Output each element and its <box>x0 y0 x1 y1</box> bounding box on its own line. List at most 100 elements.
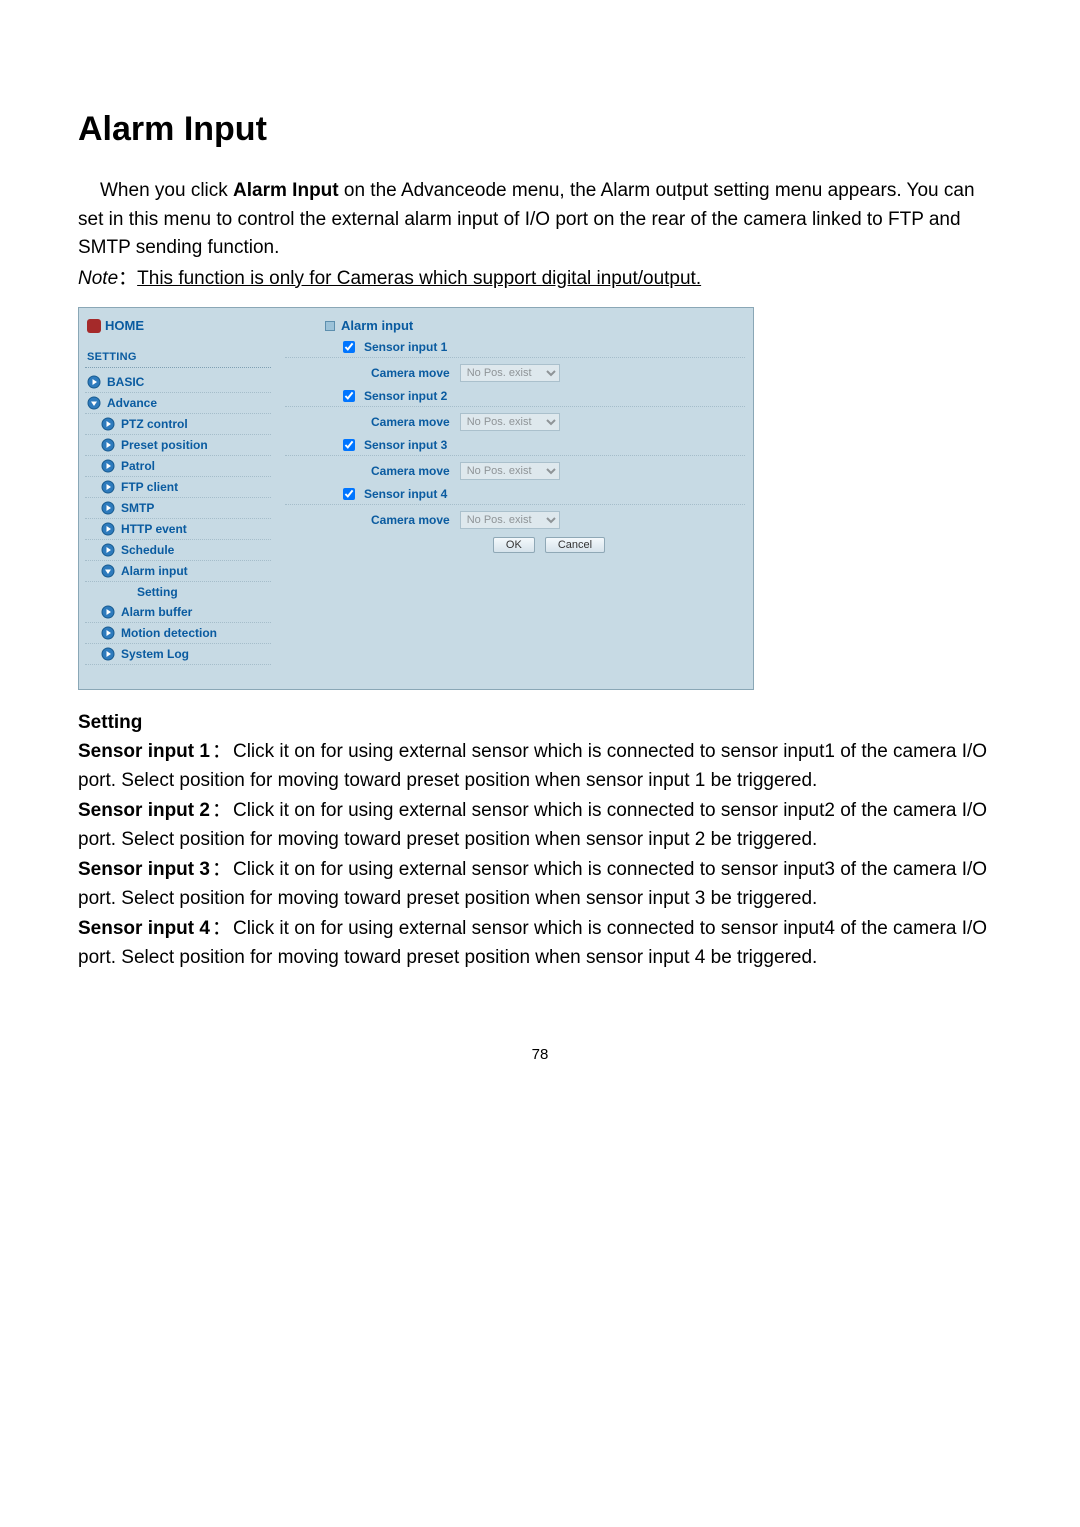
sensor-input-2-checkbox[interactable] <box>343 390 355 402</box>
camera-move-3-label: Camera move <box>371 464 450 478</box>
sensor-input-1-label: Sensor input 1 <box>364 340 447 354</box>
desc-sensor-input-4: Sensor input 4：Click it on for using ext… <box>78 915 1002 972</box>
camera-move-1-select[interactable]: No Pos. exist <box>460 364 560 382</box>
desc-sensor-input-4-colon: ： <box>210 918 233 939</box>
sidebar-item-ptz-control[interactable]: PTZ control <box>85 414 271 435</box>
desc-sensor-input-3-colon: ： <box>210 859 233 880</box>
sensor-input-4-row: Sensor input 4 <box>285 484 745 505</box>
camera-move-2-label: Camera move <box>371 415 450 429</box>
camera-move-1-label: Camera move <box>371 366 450 380</box>
page-title: Alarm Input <box>78 110 1002 149</box>
sidebar-item-schedule[interactable]: Schedule <box>85 540 271 561</box>
desc-sensor-input-1: Sensor input 1：Click it on for using ext… <box>78 738 1002 795</box>
desc-sensor-input-3: Sensor input 3：Click it on for using ext… <box>78 856 1002 913</box>
play-icon <box>87 375 101 389</box>
camera-move-2-row: Camera move No Pos. exist <box>285 407 745 435</box>
sensor-input-2-row: Sensor input 2 <box>285 386 745 407</box>
sidebar-item-label: Alarm input <box>121 564 188 578</box>
play-icon <box>101 522 115 536</box>
sidebar-item-http-event[interactable]: HTTP event <box>85 519 271 540</box>
sensor-input-3-row: Sensor input 3 <box>285 435 745 456</box>
sidebar-item-label: Setting <box>137 585 178 599</box>
sidebar-item-ftp-client[interactable]: FTP client <box>85 477 271 498</box>
sidebar-section-setting: SETTING <box>85 349 271 368</box>
alarm-input-screenshot: HOME SETTING BASIC Advance PTZ control Pres… <box>78 307 754 690</box>
home-icon <box>87 319 101 333</box>
home-label: HOME <box>105 318 144 333</box>
desc-sensor-input-2-colon: ： <box>210 800 233 821</box>
sensor-input-3-label: Sensor input 3 <box>364 438 447 452</box>
sidebar-item-basic[interactable]: BASIC <box>85 372 271 393</box>
page-number: 78 <box>78 974 1002 1093</box>
play-icon <box>101 605 115 619</box>
desc-sensor-input-1-colon: ： <box>210 741 233 762</box>
play-icon <box>101 626 115 640</box>
sensor-input-4-checkbox[interactable] <box>343 488 355 500</box>
sidebar: HOME SETTING BASIC Advance PTZ control Pres… <box>79 308 277 689</box>
panel-title-label: Alarm input <box>341 318 413 333</box>
setting-heading: Setting <box>78 712 1002 734</box>
sidebar-item-advance[interactable]: Advance <box>85 393 271 414</box>
intro-bold: Alarm Input <box>233 180 339 201</box>
sidebar-item-alarm-buffer[interactable]: Alarm buffer <box>85 602 271 623</box>
sensor-input-1-checkbox[interactable] <box>343 341 355 353</box>
sidebar-item-label: Advance <box>107 396 157 410</box>
home-link[interactable]: HOME <box>85 316 271 343</box>
sidebar-item-label: SMTP <box>121 501 154 515</box>
panel-bullet-icon <box>325 321 335 331</box>
note-label: Note <box>78 268 118 289</box>
desc-sensor-input-1-name: Sensor input 1 <box>78 741 210 762</box>
camera-move-3-select[interactable]: No Pos. exist <box>460 462 560 480</box>
sidebar-item-label: Alarm buffer <box>121 605 192 619</box>
sidebar-item-smtp[interactable]: SMTP <box>85 498 271 519</box>
chevron-down-icon <box>87 396 101 410</box>
sidebar-item-label: BASIC <box>107 375 144 389</box>
sidebar-item-label: Motion detection <box>121 626 217 640</box>
sidebar-item-label: System Log <box>121 647 189 661</box>
sidebar-item-label: Preset position <box>121 438 208 452</box>
camera-move-4-label: Camera move <box>371 513 450 527</box>
sensor-input-1-row: Sensor input 1 <box>285 337 745 358</box>
sidebar-item-alarm-input[interactable]: Alarm input <box>85 561 271 582</box>
cancel-button[interactable]: Cancel <box>545 537 605 553</box>
sidebar-item-label: HTTP event <box>121 522 187 536</box>
sidebar-item-label: Patrol <box>121 459 155 473</box>
camera-move-4-select[interactable]: No Pos. exist <box>460 511 560 529</box>
camera-move-2-select[interactable]: No Pos. exist <box>460 413 560 431</box>
sensor-input-3-checkbox[interactable] <box>343 439 355 451</box>
camera-move-4-row: Camera move No Pos. exist <box>285 505 745 533</box>
sidebar-item-label: Schedule <box>121 543 174 557</box>
play-icon <box>101 543 115 557</box>
camera-move-1-row: Camera move No Pos. exist <box>285 358 745 386</box>
sidebar-item-label: FTP client <box>121 480 178 494</box>
play-icon <box>101 647 115 661</box>
play-icon <box>101 501 115 515</box>
desc-sensor-input-2: Sensor input 2：Click it on for using ext… <box>78 797 1002 854</box>
play-icon <box>101 459 115 473</box>
intro-part-1: When you click <box>100 180 233 201</box>
settings-panel: Alarm input Sensor input 1 Camera move No … <box>277 308 753 689</box>
ok-button[interactable]: OK <box>493 537 535 553</box>
sidebar-item-system-log[interactable]: System Log <box>85 644 271 665</box>
sidebar-item-setting[interactable]: Setting <box>85 582 271 602</box>
panel-title: Alarm input <box>285 318 745 337</box>
desc-sensor-input-2-name: Sensor input 2 <box>78 800 210 821</box>
note-line: Note：This function is only for Cameras w… <box>78 265 1002 294</box>
chevron-down-icon <box>101 564 115 578</box>
play-icon <box>101 480 115 494</box>
sidebar-item-preset-position[interactable]: Preset position <box>85 435 271 456</box>
note-colon: ： <box>118 268 137 289</box>
sidebar-item-motion-detection[interactable]: Motion detection <box>85 623 271 644</box>
intro-paragraph: When you click Alarm Input on the Advanc… <box>78 177 1002 263</box>
sidebar-item-patrol[interactable]: Patrol <box>85 456 271 477</box>
sensor-input-4-label: Sensor input 4 <box>364 487 447 501</box>
camera-move-3-row: Camera move No Pos. exist <box>285 456 745 484</box>
sidebar-item-label: PTZ control <box>121 417 188 431</box>
sensor-input-2-label: Sensor input 2 <box>364 389 447 403</box>
play-icon <box>101 438 115 452</box>
desc-sensor-input-4-name: Sensor input 4 <box>78 918 210 939</box>
play-icon <box>101 417 115 431</box>
desc-sensor-input-3-name: Sensor input 3 <box>78 859 210 880</box>
blank-icon <box>117 585 131 599</box>
note-text: This function is only for Cameras which … <box>137 268 701 289</box>
